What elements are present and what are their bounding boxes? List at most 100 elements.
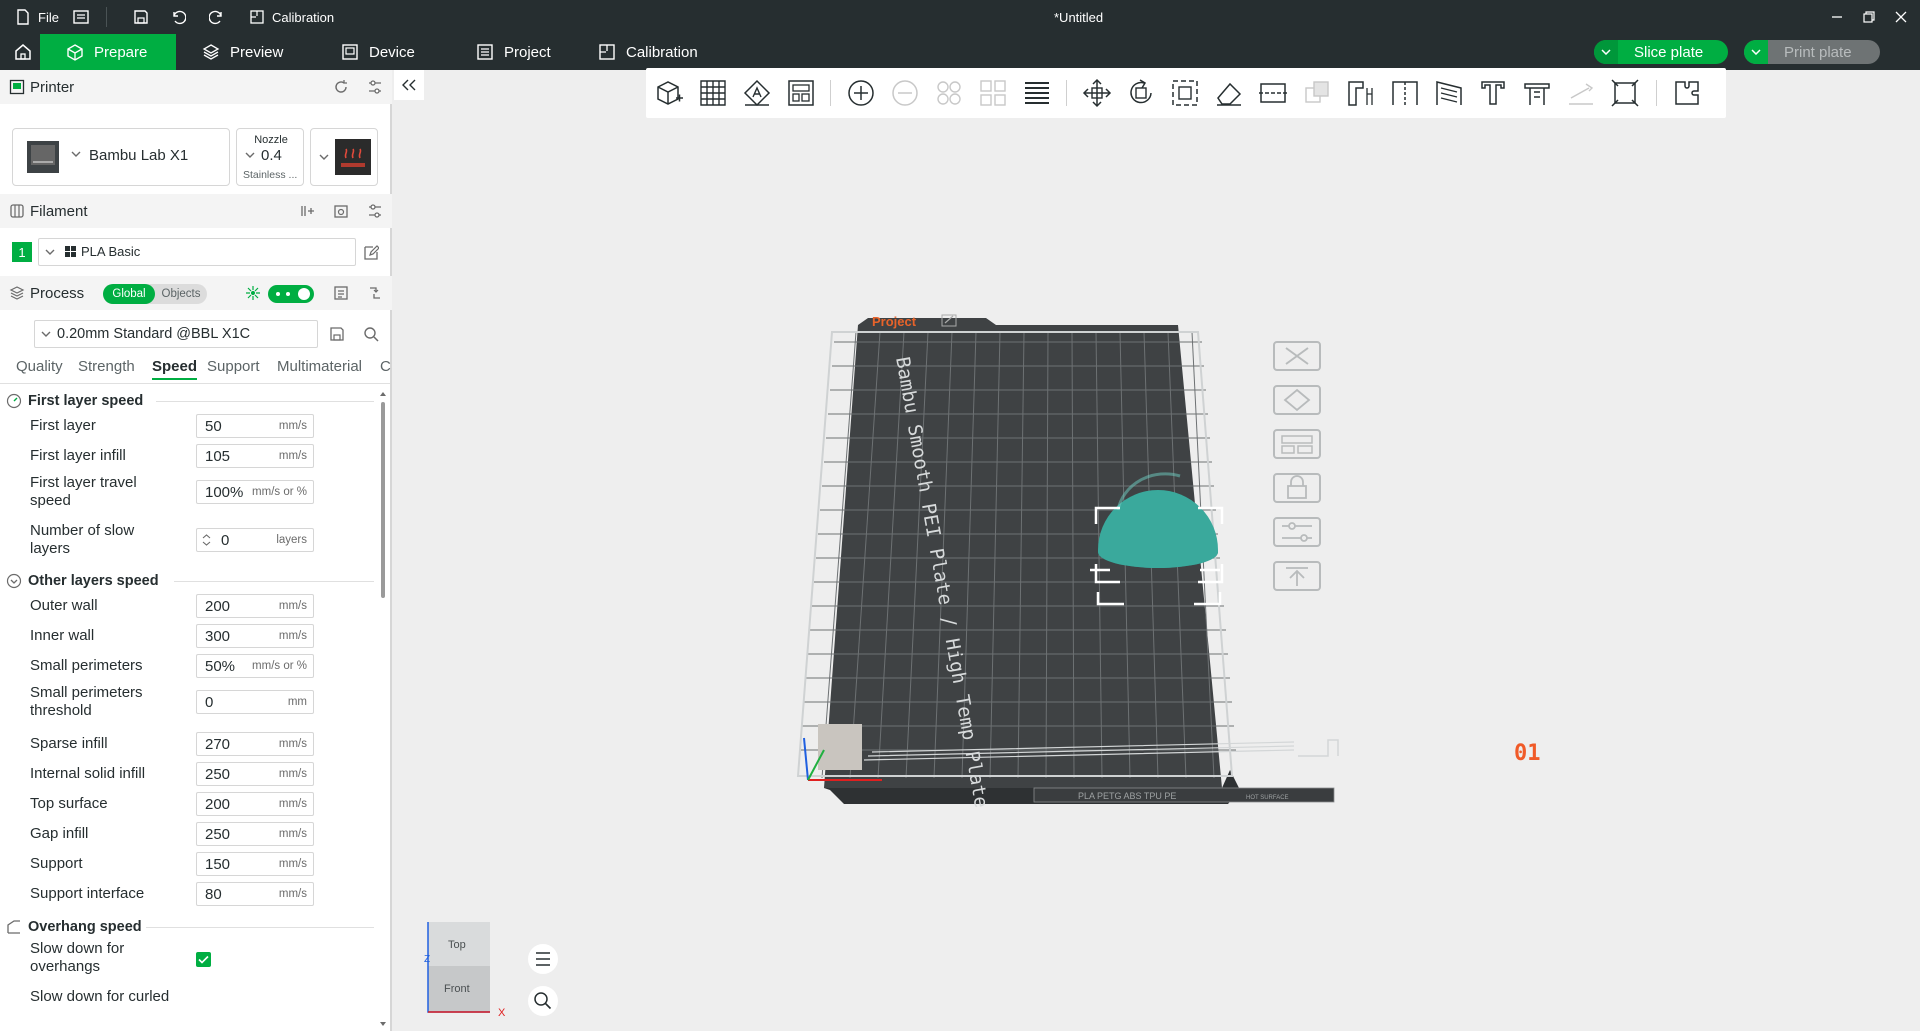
setting-outer-wall: Outer wall 200 mm/s [30,594,370,618]
filament-slot-number[interactable]: 1 [12,242,32,262]
plate-settings-icon[interactable] [1273,517,1321,547]
tab-multimaterial[interactable]: Multimaterial [277,358,362,375]
print-plate-button[interactable]: Print plate [1744,40,1880,64]
setting-label: Slow down for overhangs [30,940,125,975]
first-layer-travel-input[interactable]: 100% mm/s or % [196,480,314,504]
print-plate-label: Print plate [1784,43,1852,61]
other-layers-speed-header: Other layers speed [6,570,376,592]
process-preset-selector[interactable]: 0.20mm Standard @BBL X1C [34,320,318,348]
advanced-toggle[interactable] [268,285,314,303]
nozzle-selector[interactable]: Nozzle 0.4 Stainless ... [236,128,304,186]
lock-plate-icon[interactable] [1273,473,1321,503]
first-layer-speed-title: First layer speed [28,393,144,409]
search-icon[interactable] [362,325,380,343]
arrange-plate-icon[interactable] [1273,429,1321,459]
minimize-button[interactable] [1828,0,1846,34]
process-list-icon[interactable] [332,284,350,302]
bed-footer-hot-label: HOT SURFACE [1246,795,1289,801]
setting-value: 50% [205,657,236,675]
refresh-icon[interactable] [332,78,350,96]
slice-plate-button[interactable]: Slice plate [1594,40,1728,64]
speed-settings: First layer speed First layer 50 mm/s Fir… [0,388,378,1031]
filament-settings-icon[interactable] [366,202,384,220]
other-layers-speed-title: Other layers speed [28,573,159,589]
view-cube-top[interactable]: Top [448,939,466,951]
settings-scrollbar[interactable] [378,388,388,1031]
menu-button[interactable] [72,0,90,34]
move-plate-up-icon[interactable] [1273,561,1321,591]
cube-icon [66,43,84,61]
redo-button[interactable] [208,0,226,34]
global-option[interactable]: Global [103,284,155,304]
overhang-speed-title: Overhang speed [28,919,142,935]
overhang-icon [6,919,22,935]
process-preset-name: 0.20mm Standard @BBL X1C [57,326,251,342]
undo-button[interactable] [169,0,187,34]
chevron-down-icon[interactable] [1594,40,1618,64]
home-icon [14,43,32,61]
calibration-tab-icon [598,43,616,61]
restore-button[interactable] [1860,0,1878,34]
file-menu[interactable]: File [14,0,59,34]
objects-option[interactable]: Objects [155,284,207,304]
setting-label: First layer [30,417,96,434]
setting-gap-infill: Gap infill 250 mm/s [30,822,370,846]
delete-plate-icon[interactable] [1273,341,1321,371]
axis-x-label: X [498,1007,506,1019]
tab-more[interactable]: C [380,358,391,375]
tab-preview[interactable]: Preview [188,34,318,70]
view-cube[interactable]: Top Front Z X [424,922,506,1019]
save-button[interactable] [132,0,150,34]
internal-solid-infill-input[interactable]: 250 mm/s [196,762,314,786]
tab-prepare[interactable]: Prepare [40,34,176,70]
printer-settings-icon[interactable] [366,78,384,96]
tab-support[interactable]: Support [207,358,260,375]
zoom-search-button[interactable] [528,986,558,1016]
home-button[interactable] [0,34,38,70]
global-objects-toggle[interactable]: Global Objects [103,284,207,304]
chevron-down-icon[interactable] [1744,40,1768,64]
compare-presets-icon[interactable] [366,284,384,302]
small-perimeters-threshold-input[interactable]: 0 mm [196,690,314,714]
tab-project[interactable]: Project [462,34,582,70]
orient-plate-icon[interactable] [1273,385,1321,415]
close-button[interactable] [1892,0,1910,34]
slow-layers-stepper[interactable]: 0 layers [196,528,314,552]
collapse-circle-icon[interactable] [6,573,22,589]
gap-infill-input[interactable]: 250 mm/s [196,822,314,846]
filament-sync-icon[interactable] [332,202,350,220]
tab-calibration[interactable]: Calibration [584,34,714,70]
save-preset-icon[interactable] [328,325,346,343]
setting-label: Slow down for curled [30,988,170,1005]
setting-support-interface: Support interface 80 mm/s [30,882,370,906]
tab-quality[interactable]: Quality [16,358,63,375]
stepper-arrows-icon[interactable] [202,532,211,548]
tab-strength[interactable]: Strength [78,358,135,375]
setting-small-perimeters: Small perimeters 50% mm/s or % [30,654,370,678]
slow-down-overhangs-checkbox[interactable] [196,952,211,967]
first-layer-infill-input[interactable]: 105 mm/s [196,444,314,468]
tab-speed[interactable]: Speed [152,358,198,380]
printer-selector[interactable]: Bambu Lab X1 [12,128,230,186]
top-surface-input[interactable]: 200 mm/s [196,792,314,816]
add-filament-icon[interactable] [298,202,316,220]
small-perimeters-input[interactable]: 50% mm/s or % [196,654,314,678]
printer-thumbnail-icon [23,137,63,177]
filament-selector[interactable]: PLA Basic [38,238,356,266]
tab-device[interactable]: Device [327,34,447,70]
bed-footer-label: PLA PETG ABS TPU PE [1078,791,1176,801]
sparse-infill-input[interactable]: 270 mm/s [196,732,314,756]
support-speed-input[interactable]: 150 mm/s [196,852,314,876]
view-cube-front[interactable]: Front [444,983,470,995]
edit-filament-icon[interactable] [362,244,380,262]
setting-slow-down-curled: Slow down for curled [30,988,370,1028]
file-menu-label: File [38,9,59,25]
outer-wall-input[interactable]: 200 mm/s [196,594,314,618]
support-interface-input[interactable]: 80 mm/s [196,882,314,906]
view-menu-button[interactable] [528,944,558,974]
inner-wall-input[interactable]: 300 mm/s [196,624,314,648]
calibration-menu[interactable]: Calibration [248,0,334,34]
plate-type-selector[interactable] [310,128,378,186]
file-icon [14,8,32,26]
first-layer-speed-input[interactable]: 50 mm/s [196,414,314,438]
